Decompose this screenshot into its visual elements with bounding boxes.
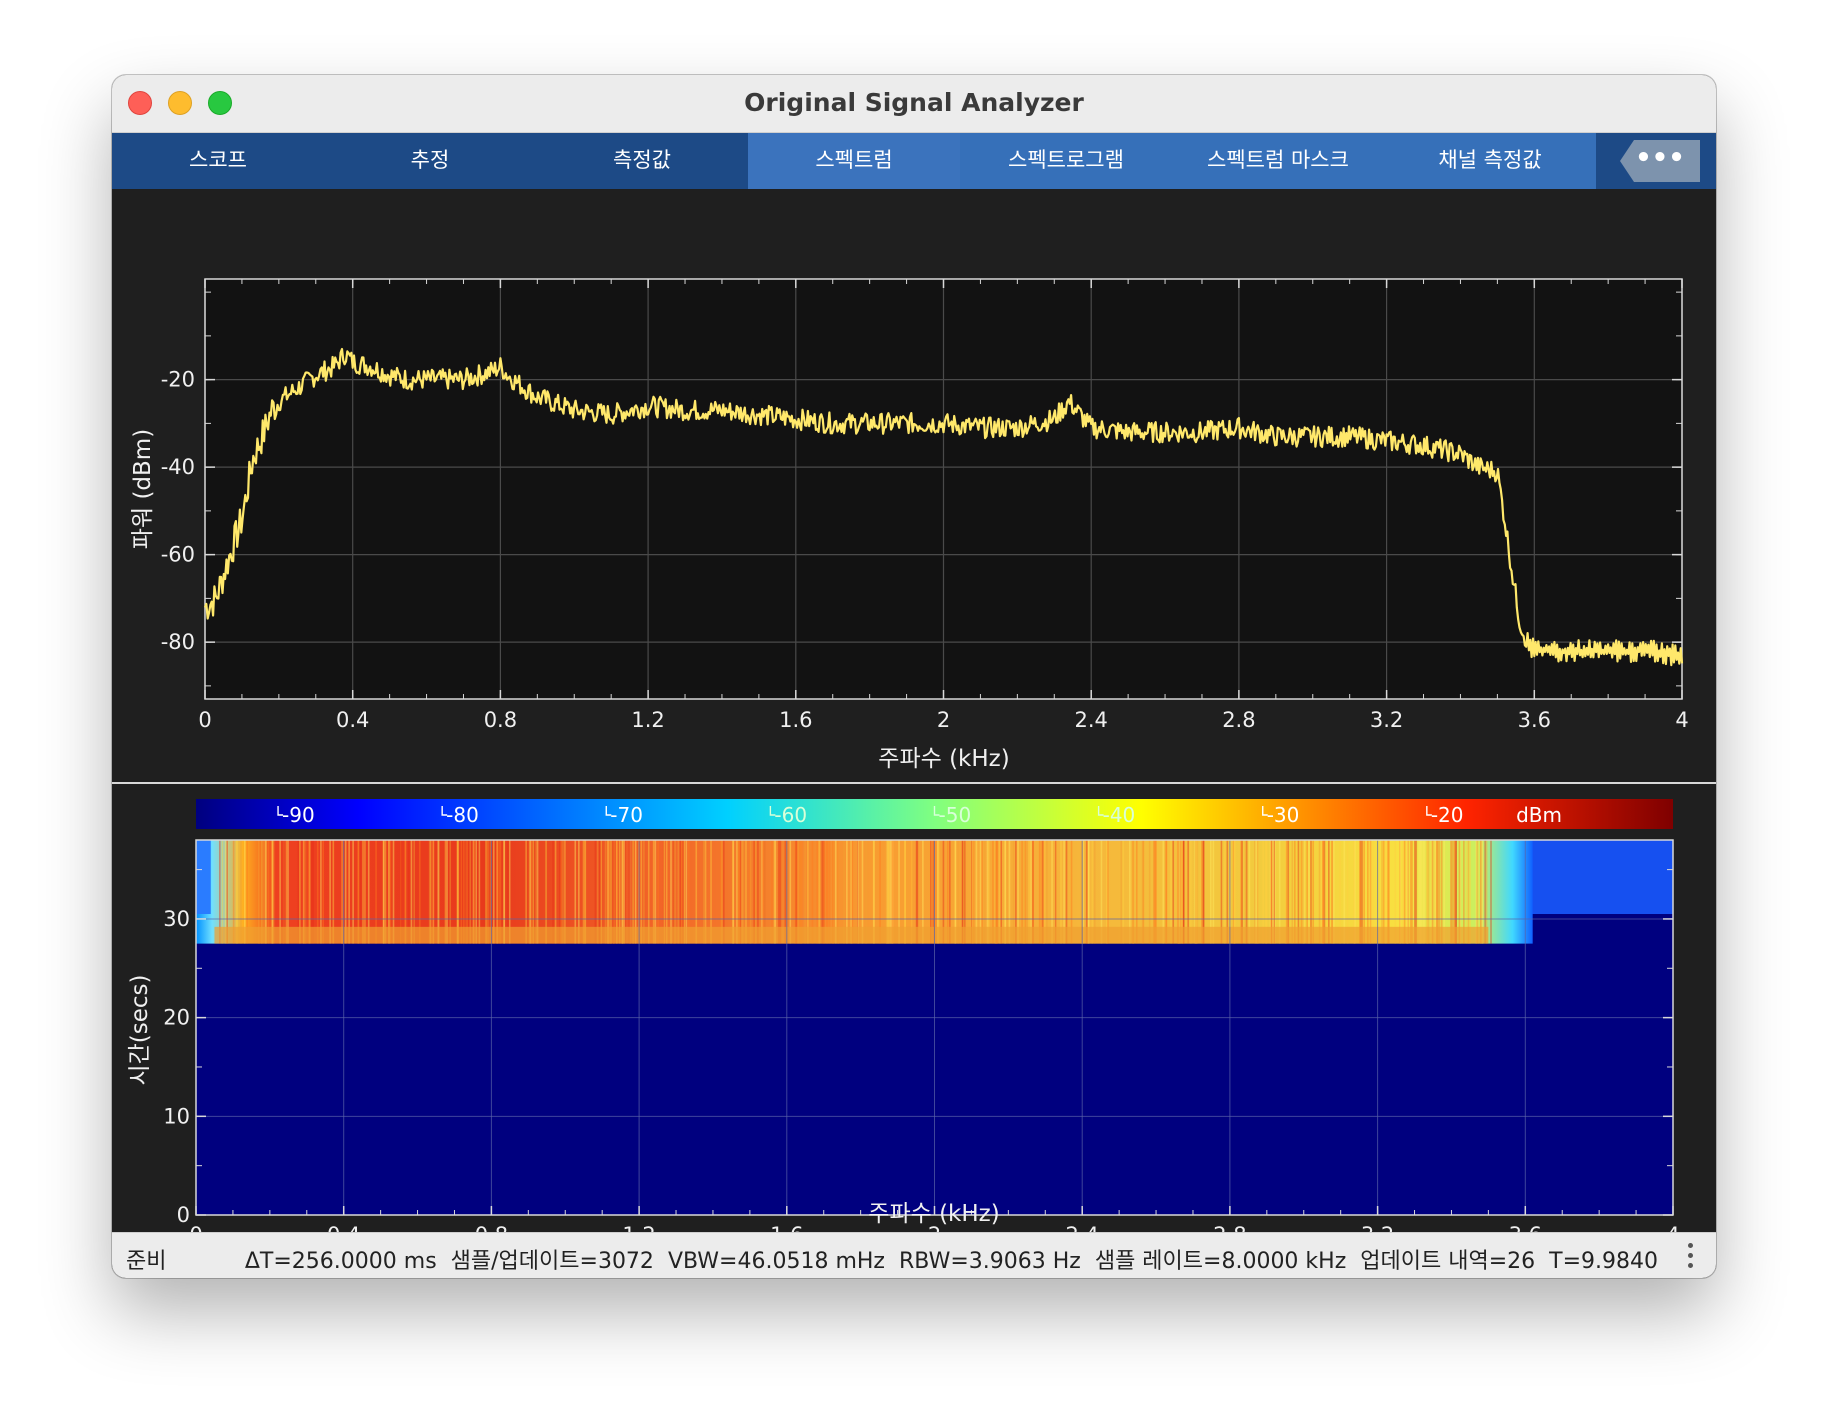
- title-bar: Original Signal Analyzer: [112, 75, 1716, 133]
- colorbar-unit: dBm: [1516, 803, 1562, 827]
- colorbar-tick-label: -70: [610, 803, 643, 827]
- status-sample-rate: 샘플 레이트=8.0000 kHz: [1094, 1249, 1347, 1274]
- spectrogram-xlabel-strip: 주파수 (kHz): [868, 1201, 999, 1225]
- spectrum-x-tick-label: 1.2: [631, 708, 664, 732]
- window-title: Original Signal Analyzer: [744, 88, 1084, 117]
- status-delta-t: ΔT=256.0000 ms: [244, 1249, 437, 1274]
- status-rbw: RBW=3.9063 Hz: [898, 1249, 1081, 1274]
- spectrum-y-axis-label: 파워 (dBm): [130, 429, 156, 549]
- tab-spectrum[interactable]: 스펙트럼: [748, 133, 960, 189]
- status-bar: 준비 ΔT=256.0000 ms 샘플/업데이트=3072 VBW=46.05…: [112, 1232, 1716, 1278]
- tab-spectrogram[interactable]: 스펙트로그램: [960, 133, 1172, 189]
- colorbar-tick-label: -90: [282, 803, 315, 827]
- tab-estimate[interactable]: 추정: [324, 133, 536, 189]
- spectrogram-y-tick-label: 20: [163, 1006, 190, 1030]
- status-measurements: ΔT=256.0000 ms 샘플/업데이트=3072 VBW=46.0518 …: [245, 1243, 1658, 1275]
- spectrum-x-tick-label: 2: [937, 708, 950, 732]
- app-window: Original Signal Analyzer 스코프 추정 측정값 스펙트럼…: [112, 75, 1716, 1278]
- tab-measurements[interactable]: 측정값: [536, 133, 748, 189]
- spectrum-y-tick-label: -60: [161, 543, 195, 567]
- spectrum-x-tick-label: 3.6: [1518, 708, 1551, 732]
- spectrum-x-tick-label: 3.2: [1370, 708, 1403, 732]
- spectrogram-y-tick-label: 10: [163, 1104, 190, 1128]
- spectrum-x-tick-label: 1.6: [779, 708, 812, 732]
- tab-channel-measurements[interactable]: 채널 측정값: [1384, 133, 1596, 189]
- tab-scope[interactable]: 스코프: [112, 133, 324, 189]
- colorbar-tick-label: -20: [1431, 803, 1464, 827]
- colorbar-tick-label: -30: [1267, 803, 1300, 827]
- status-state: 준비: [126, 1249, 167, 1274]
- tab-spectrum-mask[interactable]: 스펙트럼 마스크: [1172, 133, 1384, 189]
- spectrum-chart[interactable]: 0 0.4 0.8 1.2 1.6 2 2.4 2.8 3.2 3.6 4-20-40-60-80 …: [112, 189, 1716, 782]
- status-vbw: VBW=46.0518 mHz: [667, 1249, 885, 1274]
- more-tabs-button[interactable]: •••: [1620, 140, 1700, 182]
- status-update-history: 업데이트 내역=26: [1360, 1249, 1536, 1274]
- spectrum-y-tick-label: -20: [161, 368, 195, 392]
- colorbar-tick-label: -60: [774, 803, 807, 827]
- spectrogram-y-axis-label: 시간(secs): [127, 974, 153, 1085]
- spectrogram-chart[interactable]: -90-80-70-60-50-40-30-20 dBm 00.40.81.21…: [112, 784, 1716, 1247]
- spectrogram-streak: [1490, 840, 1492, 944]
- spectrum-x-tick-label: 0.4: [336, 708, 369, 732]
- status-samples-per-update: 샘플/업데이트=3072: [450, 1249, 654, 1274]
- spectrum-x-tick-label: 0: [198, 708, 211, 732]
- spectrum-panel: 0 0.4 0.8 1.2 1.6 2 2.4 2.8 3.2 3.6 4 -20 -40 -60 -80 …: [112, 189, 1716, 782]
- colorbar-tick-label: -50: [939, 803, 972, 827]
- spectrogram-y-tick-label: 30: [163, 907, 190, 931]
- spectrum-x-axis-label: 주파수 (kHz): [878, 746, 1009, 772]
- spectrum-x-tick-label: 2.8: [1222, 708, 1255, 732]
- spectrum-x-tick-label: 4: [1675, 708, 1688, 732]
- spectrum-x-tick-label: 2.4: [1074, 708, 1107, 732]
- spectrum-y-tick-label: -80: [161, 630, 195, 654]
- colorbar-tick-label: -80: [446, 803, 479, 827]
- spectrogram-x-axis-label: 주파수 (kHz): [868, 1201, 999, 1225]
- spectrum-y-tick-label: -40: [161, 455, 195, 479]
- status-time: T=9.9840: [1549, 1249, 1658, 1274]
- spectrum-x-tick-label: 0.8: [484, 708, 517, 732]
- colorbar-tick-label: -40: [1103, 803, 1136, 827]
- spectrogram-left-edge: [196, 840, 211, 915]
- spectrogram-edge-row: [214, 926, 1489, 944]
- spectrogram-panel: -90-80-70-60-50-40-30-20 dBm 00.40.81.21…: [112, 784, 1716, 1278]
- status-menu-icon[interactable]: [1680, 1239, 1702, 1273]
- tab-bar: 스코프 추정 측정값 스펙트럼 스펙트로그램 스펙트럼 마스크 채널 측정값 •…: [112, 133, 1716, 189]
